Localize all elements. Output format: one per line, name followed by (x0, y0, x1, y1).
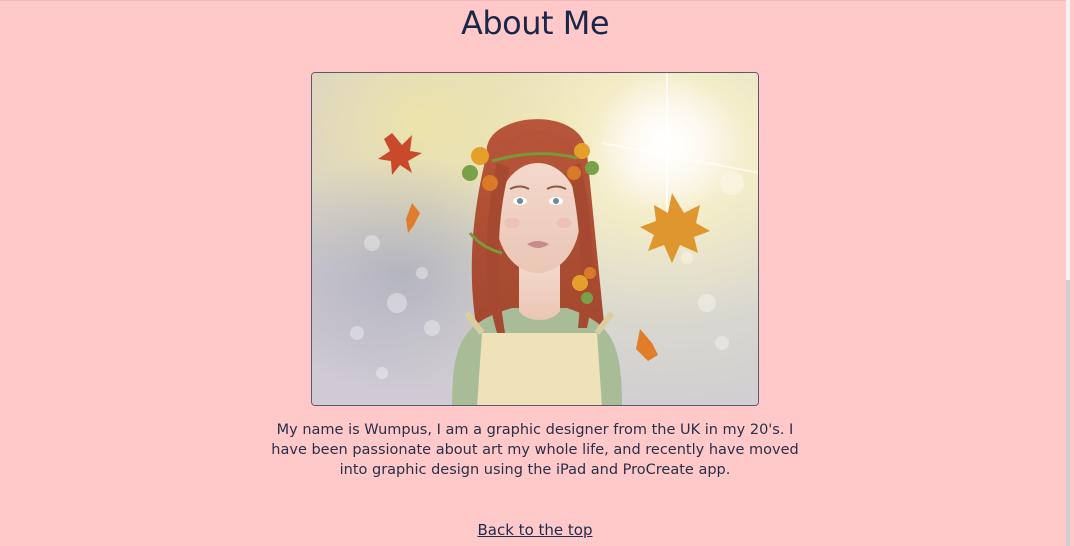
vertical-scrollbar[interactable] (1066, 0, 1070, 546)
page-title: About Me (460, 4, 610, 42)
back-to-top-container: Back to the top (0, 520, 1070, 540)
back-to-top-link[interactable]: Back to the top (478, 521, 593, 539)
top-divider (0, 0, 1070, 1)
bio-text: My name is Wumpus, I am a graphic design… (271, 422, 799, 478)
scrollbar-thumb[interactable] (1066, 280, 1070, 546)
portrait-image (311, 72, 759, 406)
about-page: About Me My name is Wumpus, I am a graph… (0, 0, 1070, 546)
